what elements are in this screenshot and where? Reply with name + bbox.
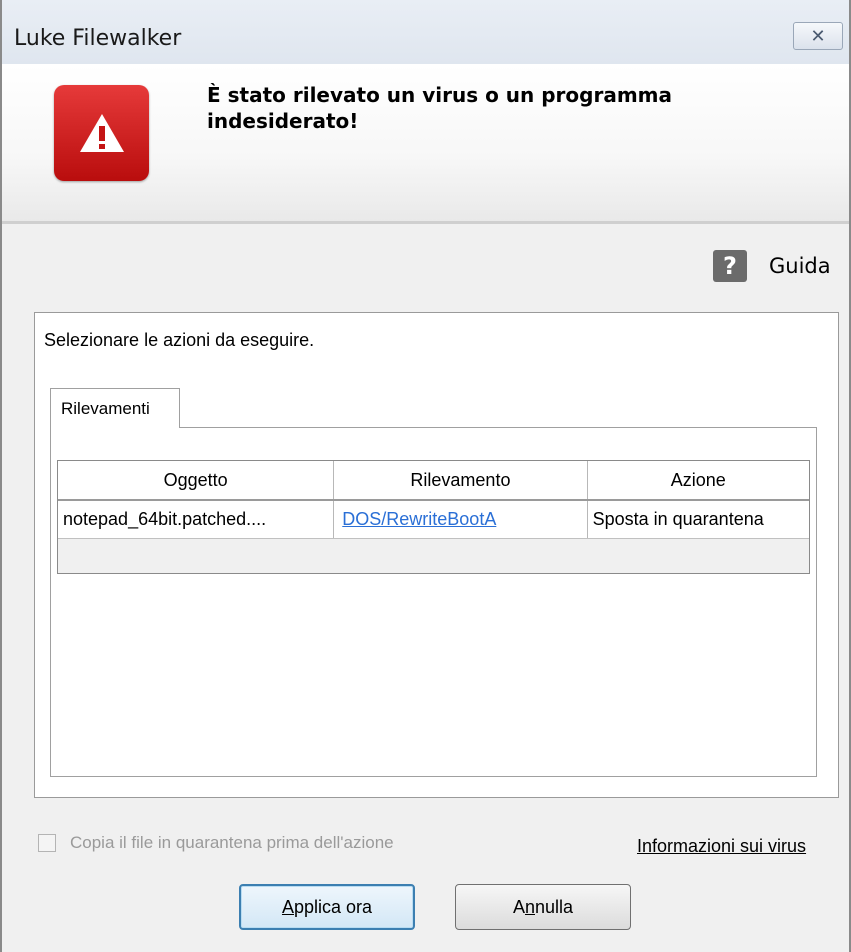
cell-action[interactable]: Sposta in quarantena	[588, 501, 809, 538]
table-empty-area	[58, 539, 809, 573]
column-header-object[interactable]: Oggetto	[58, 461, 335, 499]
title-bar[interactable]: Luke Filewalker ✕	[2, 0, 849, 64]
detection-link[interactable]: DOS/RewriteBootA	[342, 509, 496, 530]
tab-rilevamenti[interactable]: Rilevamenti	[50, 388, 180, 428]
warning-triangle-icon	[54, 85, 149, 181]
cell-detection: DOS/RewriteBootA	[334, 501, 588, 538]
help-icon[interactable]: ?	[713, 250, 747, 282]
quarantine-copy-checkbox[interactable]	[38, 834, 56, 852]
window-title: Luke Filewalker	[14, 26, 182, 51]
alert-header: È stato rilevato un virus o un programma…	[2, 64, 849, 224]
table-header: Oggetto Rilevamento Azione	[58, 461, 809, 501]
detections-table: Oggetto Rilevamento Azione notepad_64bit…	[57, 460, 810, 574]
column-header-detection[interactable]: Rilevamento	[334, 461, 588, 499]
help-link[interactable]: Guida	[769, 254, 831, 278]
tab-panel: Oggetto Rilevamento Azione notepad_64bit…	[50, 427, 817, 777]
cancel-label: Annulla	[512, 896, 574, 917]
quarantine-copy-option: Copia il file in quarantena prima dell'a…	[38, 833, 394, 853]
virus-info-link[interactable]: Informazioni sui virus	[637, 836, 806, 857]
tab-label: Rilevamenti	[61, 398, 150, 418]
cell-object: notepad_64bit.patched....	[58, 501, 335, 538]
apply-now-button[interactable]: Applica ora	[239, 884, 415, 930]
cancel-button[interactable]: Annulla	[455, 884, 631, 930]
table-row[interactable]: notepad_64bit.patched.... DOS/RewriteBoo…	[58, 501, 809, 539]
close-icon: ✕	[810, 25, 826, 47]
dialog-window: Luke Filewalker ✕ È stato rilevato un vi…	[0, 0, 851, 952]
apply-label: Applica ora	[281, 896, 373, 917]
close-button[interactable]: ✕	[793, 22, 843, 50]
alert-heading: È stato rilevato un virus o un programma…	[207, 83, 672, 133]
checkbox-label: Copia il file in quarantena prima dell'a…	[70, 833, 394, 852]
instruction-text: Selezionare le azioni da eseguire.	[44, 330, 315, 350]
actions-group: Selezionare le azioni da eseguire. Rilev…	[34, 312, 839, 798]
column-header-action[interactable]: Azione	[588, 461, 809, 499]
